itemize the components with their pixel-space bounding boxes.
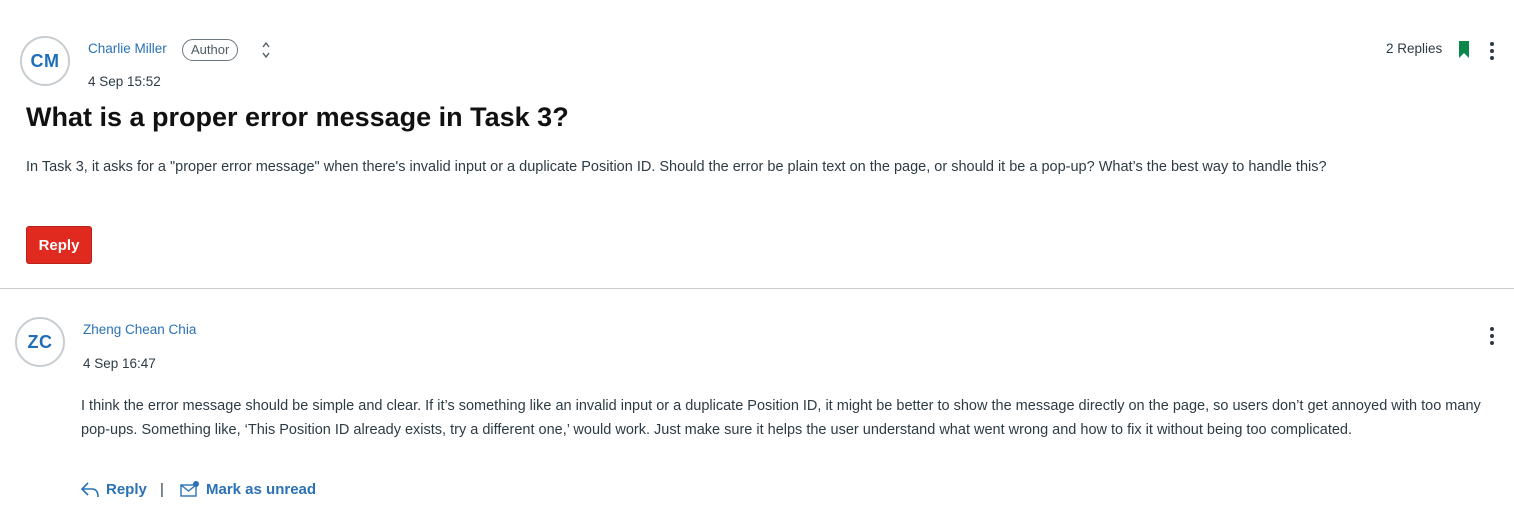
reply-link[interactable]: Reply <box>80 480 147 498</box>
reply-arrow-icon <box>80 482 99 498</box>
envelope-unread-icon <box>180 481 199 497</box>
post-timestamp: 4 Sep 15:52 <box>88 74 161 89</box>
action-separator: | <box>160 481 164 498</box>
replies-count: 2 Replies <box>1386 41 1443 56</box>
bookmark-icon[interactable] <box>1458 41 1470 58</box>
mark-as-unread-label: Mark as unread <box>206 480 317 498</box>
topic-title: What is a proper error message in Task 3… <box>26 102 569 132</box>
divider <box>0 288 1514 289</box>
topic-menu-icon[interactable] <box>1489 42 1495 62</box>
reply-menu-icon[interactable] <box>1489 327 1495 347</box>
reply-author-avatar[interactable]: ZC <box>15 317 65 367</box>
sort-arrows-icon[interactable] <box>261 39 271 61</box>
author-name-link[interactable]: Charlie Miller <box>88 41 167 56</box>
author-initials: CM <box>30 50 60 71</box>
reply-timestamp: 4 Sep 16:47 <box>83 356 156 371</box>
mark-as-unread-link[interactable]: Mark as unread <box>180 480 316 498</box>
author-role-badge: Author <box>182 39 239 61</box>
reply-author-initials: ZC <box>27 331 53 352</box>
reply-button[interactable]: Reply <box>26 226 92 264</box>
topic-body: In Task 3, it asks for a "proper error m… <box>26 159 1327 175</box>
reply-body: I think the error message should be simp… <box>81 398 1481 438</box>
author-avatar[interactable]: CM <box>20 36 70 86</box>
reply-link-label: Reply <box>106 480 147 498</box>
reply-author-name-link[interactable]: Zheng Chean Chia <box>83 322 196 337</box>
discussion-page: CM Charlie Miller Author 4 Sep 15:52 2 R… <box>0 0 1514 521</box>
